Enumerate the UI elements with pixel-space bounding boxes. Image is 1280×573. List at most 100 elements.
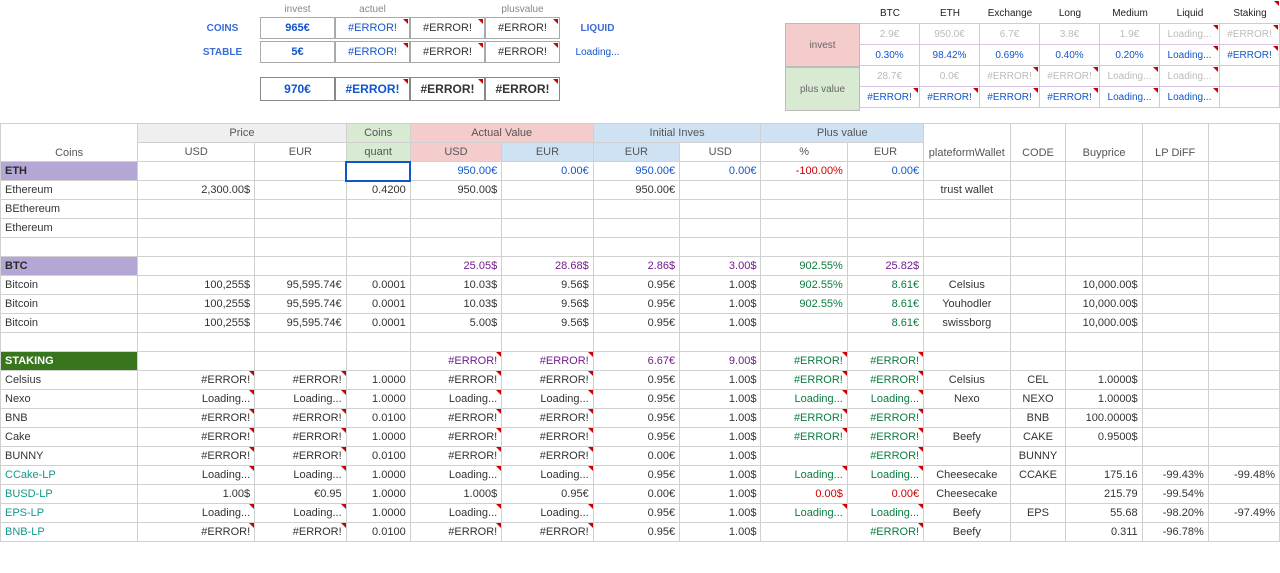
coin-name[interactable]: Cake <box>1 428 138 447</box>
cell[interactable] <box>1208 181 1279 200</box>
cell[interactable] <box>410 200 502 219</box>
summary-cell[interactable]: Loading... <box>1100 86 1160 108</box>
cell[interactable]: 1.00$ <box>680 466 761 485</box>
cell[interactable]: 0.0100 <box>346 523 410 542</box>
cell[interactable] <box>1010 257 1066 276</box>
cell[interactable]: 9.56$ <box>502 314 594 333</box>
cell[interactable] <box>1142 219 1208 238</box>
cell[interactable] <box>1142 371 1208 390</box>
cell[interactable]: 0.00€ <box>847 162 923 181</box>
cell[interactable]: 9.00$ <box>680 352 761 371</box>
cell[interactable]: #ERROR! <box>410 523 502 542</box>
cell[interactable] <box>924 352 1010 371</box>
cell[interactable]: #ERROR! <box>255 428 347 447</box>
cell[interactable]: #ERROR! <box>255 409 347 428</box>
cell[interactable] <box>924 162 1010 181</box>
cell[interactable]: Loading... <box>502 504 594 523</box>
cell[interactable]: 10,000.00$ <box>1066 314 1142 333</box>
summary-cell[interactable]: 6.7€ <box>980 23 1040 45</box>
summary-cell[interactable]: 98.42% <box>920 44 980 66</box>
cell[interactable]: #ERROR! <box>847 428 923 447</box>
cell[interactable] <box>1010 523 1066 542</box>
cell[interactable]: 0.95€ <box>593 466 679 485</box>
cell[interactable] <box>593 219 679 238</box>
cell[interactable] <box>1010 352 1066 371</box>
stable-actuel[interactable]: #ERROR! <box>335 41 410 63</box>
summary-cell[interactable]: #ERROR! <box>980 65 1040 87</box>
cell[interactable] <box>1208 371 1279 390</box>
table-row[interactable]: STAKING#ERROR!#ERROR!6.67€9.00$#ERROR!#E… <box>1 352 1280 371</box>
summary-cell[interactable]: 2.9€ <box>860 23 920 45</box>
cell[interactable] <box>502 219 594 238</box>
summary-cell[interactable]: 1.9€ <box>1100 23 1160 45</box>
cell[interactable] <box>346 257 410 276</box>
cell[interactable]: Loading... <box>502 466 594 485</box>
cell[interactable] <box>680 181 761 200</box>
summary-cell[interactable]: #ERROR! <box>860 86 920 108</box>
cell[interactable]: #ERROR! <box>502 371 594 390</box>
cell[interactable]: Loading... <box>410 466 502 485</box>
cell[interactable]: #ERROR! <box>138 428 255 447</box>
cell[interactable]: #ERROR! <box>761 409 847 428</box>
cell[interactable]: 3.00$ <box>680 257 761 276</box>
cell[interactable]: 0.00€ <box>502 162 594 181</box>
cell[interactable]: -96.78% <box>1142 523 1208 542</box>
table-row[interactable]: BNB#ERROR!#ERROR!0.0100#ERROR!#ERROR!0.9… <box>1 409 1280 428</box>
coin-name[interactable]: Nexo <box>1 390 138 409</box>
cell[interactable]: Celsius <box>924 371 1010 390</box>
cell[interactable]: 0.95€ <box>593 523 679 542</box>
cell[interactable] <box>847 200 923 219</box>
cell[interactable]: Loading... <box>847 390 923 409</box>
cell[interactable] <box>680 200 761 219</box>
cell[interactable]: 100,255$ <box>138 276 255 295</box>
cell[interactable] <box>1010 181 1066 200</box>
cell[interactable]: 950.00€ <box>593 181 679 200</box>
cell[interactable]: 0.95€ <box>593 409 679 428</box>
cell[interactable] <box>1142 409 1208 428</box>
summary-cell[interactable]: 0.69% <box>980 44 1040 66</box>
cell[interactable]: Loading... <box>255 466 347 485</box>
cell[interactable]: #ERROR! <box>138 409 255 428</box>
total-pv[interactable]: #ERROR! <box>485 77 560 101</box>
cell[interactable]: trust wallet <box>924 181 1010 200</box>
cell[interactable] <box>1010 314 1066 333</box>
cell[interactable] <box>847 181 923 200</box>
cell[interactable] <box>410 219 502 238</box>
cell[interactable]: 1.00$ <box>138 485 255 504</box>
cell[interactable]: CAKE <box>1010 428 1066 447</box>
total-invest[interactable]: 970€ <box>260 77 335 101</box>
cell[interactable]: 95,595.74€ <box>255 276 347 295</box>
cell[interactable]: #ERROR! <box>410 447 502 466</box>
portfolio-table[interactable]: Coins Price Coins Actual Value Initial I… <box>0 123 1280 542</box>
cell[interactable] <box>847 219 923 238</box>
cell[interactable]: -99.54% <box>1142 485 1208 504</box>
cell[interactable]: EPS <box>1010 504 1066 523</box>
cell[interactable]: 0.95€ <box>593 314 679 333</box>
cell[interactable]: CEL <box>1010 371 1066 390</box>
coin-name[interactable]: BUNNY <box>1 447 138 466</box>
cell[interactable] <box>255 200 347 219</box>
cell[interactable]: swissborg <box>924 314 1010 333</box>
cell[interactable] <box>761 181 847 200</box>
coin-name[interactable]: Ethereum <box>1 181 138 200</box>
cell[interactable]: Loading... <box>138 466 255 485</box>
cell[interactable]: #ERROR! <box>502 447 594 466</box>
cell[interactable]: 1.00$ <box>680 276 761 295</box>
table-row[interactable] <box>1 333 1280 352</box>
cell[interactable]: Loading... <box>410 504 502 523</box>
cell[interactable] <box>1142 447 1208 466</box>
cell[interactable]: 6.67€ <box>593 352 679 371</box>
cell[interactable]: #ERROR! <box>847 523 923 542</box>
cell[interactable]: 95,595.74€ <box>255 314 347 333</box>
cell[interactable]: Loading... <box>761 390 847 409</box>
coins-invest[interactable]: 965€ <box>260 17 335 39</box>
cell[interactable] <box>1142 181 1208 200</box>
cell[interactable]: 1.00$ <box>680 428 761 447</box>
table-row[interactable]: EPS-LPLoading...Loading...1.0000Loading.… <box>1 504 1280 523</box>
cell[interactable] <box>1208 295 1279 314</box>
cell[interactable]: 902.55% <box>761 276 847 295</box>
cell[interactable] <box>138 200 255 219</box>
cell[interactable]: 55.68 <box>1066 504 1142 523</box>
table-row[interactable]: Ethereum2,300.00$0.4200950.00$950.00€tru… <box>1 181 1280 200</box>
cell[interactable] <box>1208 162 1279 181</box>
